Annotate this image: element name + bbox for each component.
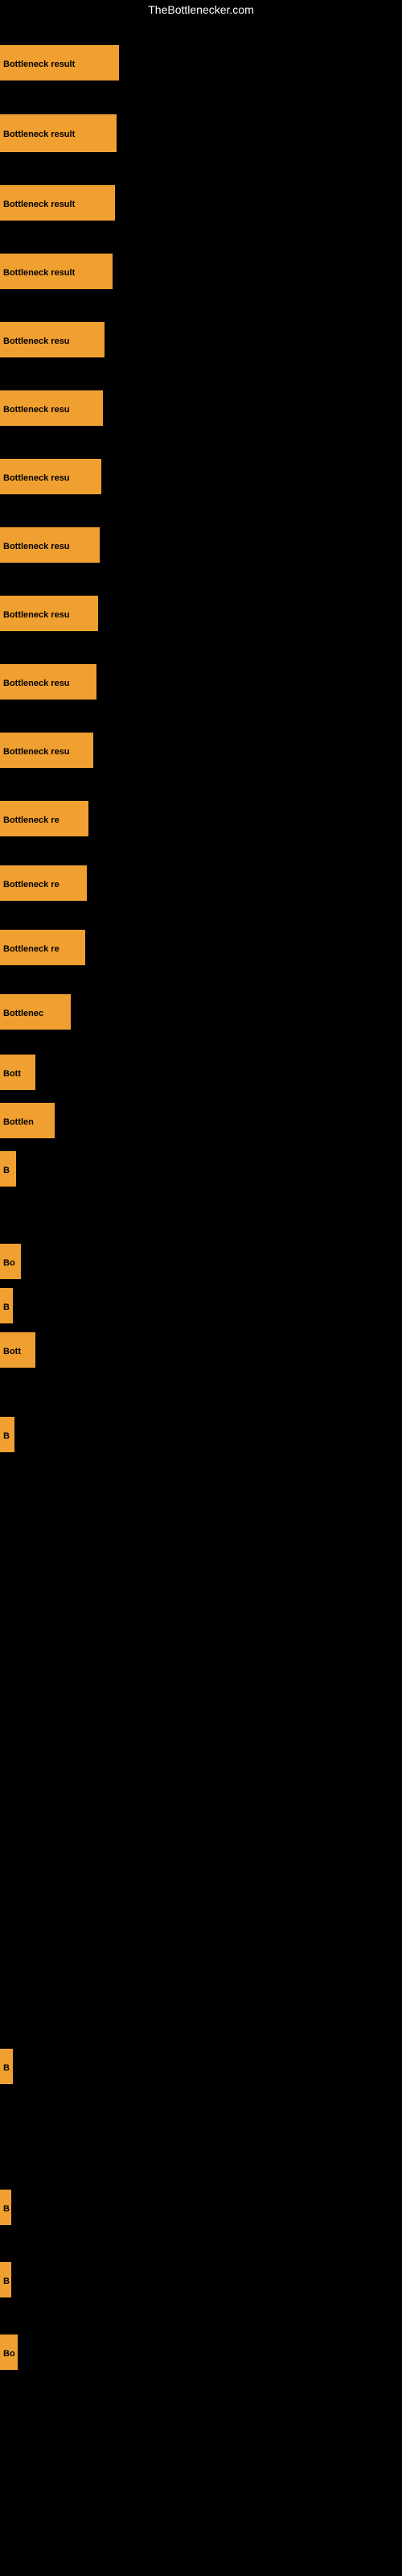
bottleneck-result-label: Bottleneck resu — [0, 733, 93, 768]
bottleneck-result-label: Bott — [0, 1055, 35, 1090]
bottleneck-result-label: Bottleneck resu — [0, 390, 103, 426]
bottleneck-result-label: Bottleneck re — [0, 930, 85, 965]
bottleneck-result-label: Bottleneck resu — [0, 459, 101, 494]
bottleneck-result-label: Bottleneck result — [0, 185, 115, 221]
bottleneck-result-label: Bottleneck resu — [0, 664, 96, 700]
bottleneck-result-label: B — [0, 1288, 13, 1323]
bottleneck-result-label: Bo — [0, 1244, 21, 1279]
bottleneck-result-label: Bottleneck resu — [0, 322, 105, 357]
bottleneck-result-label: Bottleneck re — [0, 865, 87, 901]
bottleneck-result-label: Bott — [0, 1332, 35, 1368]
bottleneck-result-label: Bo — [0, 2334, 18, 2370]
bottleneck-result-label: B — [0, 2049, 13, 2084]
bottleneck-result-label: Bottleneck re — [0, 801, 88, 836]
site-title: TheBottlenecker.com — [0, 0, 402, 19]
bottleneck-result-label: B — [0, 1417, 14, 1452]
bottleneck-result-label: Bottleneck resu — [0, 596, 98, 631]
bottleneck-result-label: Bottleneck result — [0, 45, 119, 80]
bottleneck-result-label: B — [0, 2190, 11, 2225]
bottleneck-result-label: B — [0, 2262, 11, 2297]
bottleneck-result-label: Bottleneck resu — [0, 527, 100, 563]
bottleneck-result-label: Bottlen — [0, 1103, 55, 1138]
bottleneck-result-label: B — [0, 1151, 16, 1187]
bottleneck-result-label: Bottleneck result — [0, 114, 117, 152]
bottleneck-result-label: Bottleneck result — [0, 254, 113, 289]
bottleneck-result-label: Bottlenec — [0, 994, 71, 1030]
